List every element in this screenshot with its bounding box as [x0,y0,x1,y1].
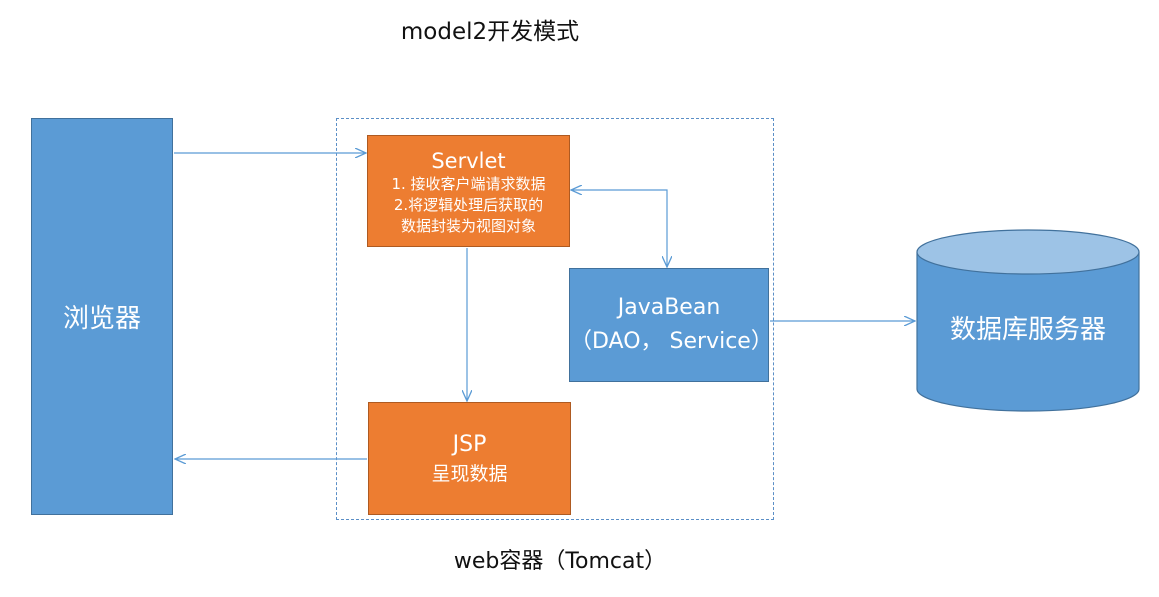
diagram-connectors [174,0,1140,597]
arrow-servlet-javabean [571,190,667,267]
database-label: 数据库服务器 [949,315,1106,345]
